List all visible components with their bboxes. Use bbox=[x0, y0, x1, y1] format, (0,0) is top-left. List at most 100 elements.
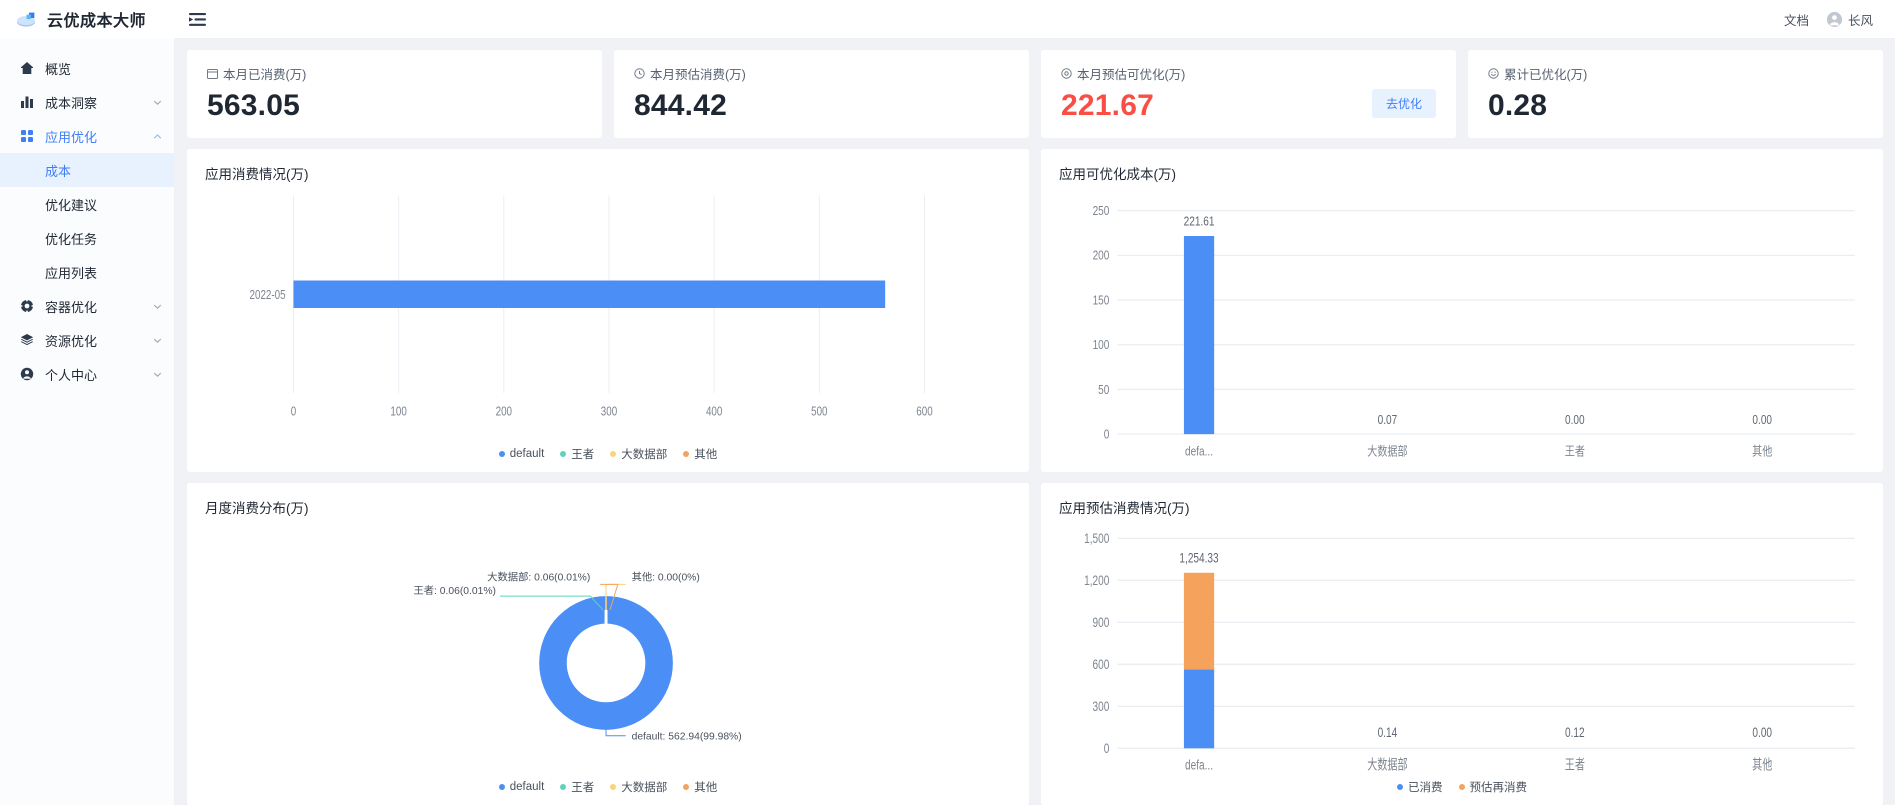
svg-text:200: 200 bbox=[496, 405, 512, 418]
menu-fold-icon[interactable] bbox=[175, 0, 219, 39]
app-header: 云优成本大师 文档 长风 bbox=[0, 0, 1895, 39]
legend-item[interactable]: 预估再消费 bbox=[1458, 779, 1527, 795]
stat-card-total-optimized: 累计已优化(万) 0.28 bbox=[1468, 50, 1883, 138]
sidebar-item-cost[interactable]: 成本 bbox=[0, 153, 174, 187]
legend-item[interactable]: default bbox=[498, 781, 545, 793]
svg-text:1,254.33: 1,254.33 bbox=[1179, 549, 1218, 565]
sidebar-item-app-list[interactable]: 应用列表 bbox=[0, 255, 174, 289]
svg-text:default: 562.94(99.98%): default: 562.94(99.98%) bbox=[632, 731, 742, 742]
chart-row-top: 应用消费情况(万) 2022-05 0 100 200 300 400 500 … bbox=[187, 149, 1883, 472]
legend-item[interactable]: 其他 bbox=[683, 446, 717, 462]
sidebar-item-container-optimize[interactable]: 容器优化 bbox=[0, 289, 174, 323]
chart-card-app-estimated: 应用预估消费情况(万) 1,500 1,200 900 600 300 0 1,… bbox=[1041, 482, 1883, 805]
stat-card-month-estimated: 本月预估消费(万) 844.42 bbox=[614, 50, 1029, 138]
svg-text:2022-05: 2022-05 bbox=[250, 289, 286, 302]
sidebar-item-profile[interactable]: 个人中心 bbox=[0, 357, 174, 391]
svg-text:1,200: 1,200 bbox=[1084, 572, 1109, 588]
legend-item[interactable]: 大数据部 bbox=[610, 446, 667, 462]
legend-dot-icon bbox=[683, 450, 690, 457]
svg-text:300: 300 bbox=[601, 405, 617, 418]
svg-text:0.00: 0.00 bbox=[1565, 414, 1585, 427]
home-icon bbox=[19, 61, 34, 75]
sidebar-item-cost-insight[interactable]: 成本洞察 bbox=[0, 85, 174, 119]
svg-text:500: 500 bbox=[811, 405, 827, 418]
svg-text:大数据部: 0.06(0.01%): 大数据部: 0.06(0.01%) bbox=[487, 570, 590, 583]
container-icon bbox=[19, 299, 34, 313]
user-menu[interactable]: 长风 bbox=[1826, 10, 1873, 29]
svg-text:50: 50 bbox=[1098, 384, 1109, 397]
stat-value: 844.42 bbox=[634, 89, 727, 122]
stat-label: 本月预估消费(万) bbox=[634, 64, 1009, 83]
body-row: 概览 成本洞察 应用优化 成本 优化建议 优化任务 应用列表 容器优化 资源优化… bbox=[0, 39, 1895, 805]
legend-label: default bbox=[509, 447, 545, 460]
sidebar-item-label: 优化任务 bbox=[45, 231, 98, 247]
sidebar-item-task[interactable]: 优化任务 bbox=[0, 221, 174, 255]
legend-dot-icon bbox=[1397, 784, 1403, 790]
legend-dot-icon bbox=[498, 784, 505, 790]
go-optimize-button[interactable]: 去优化 bbox=[1371, 89, 1436, 118]
chart-plot-app-optimizable[interactable]: 250 200 150 100 50 0 221.61 0.07 0.00 0.… bbox=[1059, 183, 1865, 466]
chevron-down-icon bbox=[153, 302, 162, 311]
sidebar-item-overview[interactable]: 概览 bbox=[0, 51, 174, 85]
chart-legend-app-consume: default 王者 大数据部 其他 bbox=[205, 446, 1011, 466]
legend-dot-icon bbox=[610, 450, 617, 457]
chevron-down-icon bbox=[153, 370, 162, 379]
sidebar-item-suggestion[interactable]: 优化建议 bbox=[0, 187, 174, 221]
doc-link[interactable]: 文档 bbox=[1784, 10, 1809, 29]
svg-text:1,500: 1,500 bbox=[1084, 530, 1109, 546]
legend-item[interactable]: 王者 bbox=[560, 779, 594, 795]
logo-zone[interactable]: 云优成本大师 bbox=[0, 0, 175, 39]
svg-text:其他: 其他 bbox=[1752, 444, 1772, 458]
legend-label: default bbox=[509, 781, 545, 793]
chart-plot-monthly-distribution[interactable]: 大数据部: 0.06(0.01%) 王者: 0.06(0.01%) 其他: 0.… bbox=[205, 517, 1011, 780]
chevron-up-icon bbox=[153, 132, 162, 141]
chevron-down-icon bbox=[153, 98, 162, 107]
chart-title: 应用消费情况(万) bbox=[205, 167, 309, 182]
app-title: 云优成本大师 bbox=[47, 13, 147, 30]
clock-icon bbox=[634, 68, 645, 79]
svg-text:900: 900 bbox=[1093, 614, 1110, 630]
legend-label: 已消费 bbox=[1408, 782, 1443, 794]
chart-legend-app-estimated: 已消费 预估再消费 bbox=[1059, 779, 1865, 799]
calendar-icon bbox=[207, 68, 218, 79]
svg-text:defa...: defa... bbox=[1185, 446, 1213, 459]
svg-text:200: 200 bbox=[1093, 250, 1110, 263]
sidebar-item-app-optimize[interactable]: 应用优化 bbox=[0, 119, 174, 153]
legend-label: 大数据部 bbox=[621, 448, 668, 461]
svg-text:100: 100 bbox=[1093, 339, 1110, 352]
legend-item[interactable]: 其他 bbox=[683, 779, 717, 795]
chart-row-bottom: 月度消费分布(万) 大数据部: 0.06(0.01%) 王者: 0.06(0.0… bbox=[187, 482, 1883, 805]
stat-label-text: 本月已消费(万) bbox=[223, 68, 307, 82]
legend-label: 王者 bbox=[571, 782, 595, 794]
sidebar-item-label: 成本洞察 bbox=[45, 95, 98, 111]
target-icon bbox=[1061, 68, 1072, 79]
legend-dot-icon bbox=[610, 784, 617, 790]
stat-label-text: 本月预估消费(万) bbox=[650, 68, 746, 82]
header-right-group: 文档 长风 bbox=[1784, 10, 1895, 29]
sidebar: 概览 成本洞察 应用优化 成本 优化建议 优化任务 应用列表 容器优化 资源优化… bbox=[0, 39, 175, 805]
chart-title: 应用预估消费情况(万) bbox=[1059, 500, 1190, 516]
chart-plot-app-consume[interactable]: 2022-05 0 100 200 300 400 500 600 bbox=[205, 183, 1011, 446]
chart-title: 月度消费分布(万) bbox=[205, 500, 309, 516]
svg-text:0.00: 0.00 bbox=[1752, 724, 1772, 740]
chart-plot-app-estimated[interactable]: 1,500 1,200 900 600 300 0 1,254.33 0.14 bbox=[1059, 517, 1865, 780]
main-content: 本月已消费(万) 563.05 本月预估消费(万) 844.42 本月预估可优化… bbox=[175, 39, 1895, 805]
stat-card-month-optimizable: 本月预估可优化(万) 221.67 去优化 bbox=[1041, 50, 1456, 138]
legend-item[interactable]: 大数据部 bbox=[610, 779, 667, 795]
stat-label: 本月预估可优化(万) bbox=[1061, 64, 1436, 83]
svg-text:150: 150 bbox=[1093, 294, 1110, 307]
chart-title: 应用可优化成本(万) bbox=[1059, 167, 1176, 182]
stat-label: 本月已消费(万) bbox=[207, 64, 582, 83]
legend-dot-icon bbox=[560, 784, 567, 790]
legend-dot-icon bbox=[498, 450, 505, 457]
stat-label: 累计已优化(万) bbox=[1488, 64, 1863, 83]
sidebar-item-label: 容器优化 bbox=[45, 299, 98, 315]
svg-text:王者: 王者 bbox=[1565, 756, 1585, 772]
svg-text:100: 100 bbox=[390, 405, 406, 418]
bar-chart-icon bbox=[19, 95, 34, 109]
legend-item[interactable]: 已消费 bbox=[1397, 779, 1443, 795]
legend-dot-icon bbox=[683, 784, 690, 790]
legend-item[interactable]: 王者 bbox=[560, 446, 594, 462]
legend-item[interactable]: default bbox=[498, 447, 545, 460]
sidebar-item-resource-optimize[interactable]: 资源优化 bbox=[0, 323, 174, 357]
